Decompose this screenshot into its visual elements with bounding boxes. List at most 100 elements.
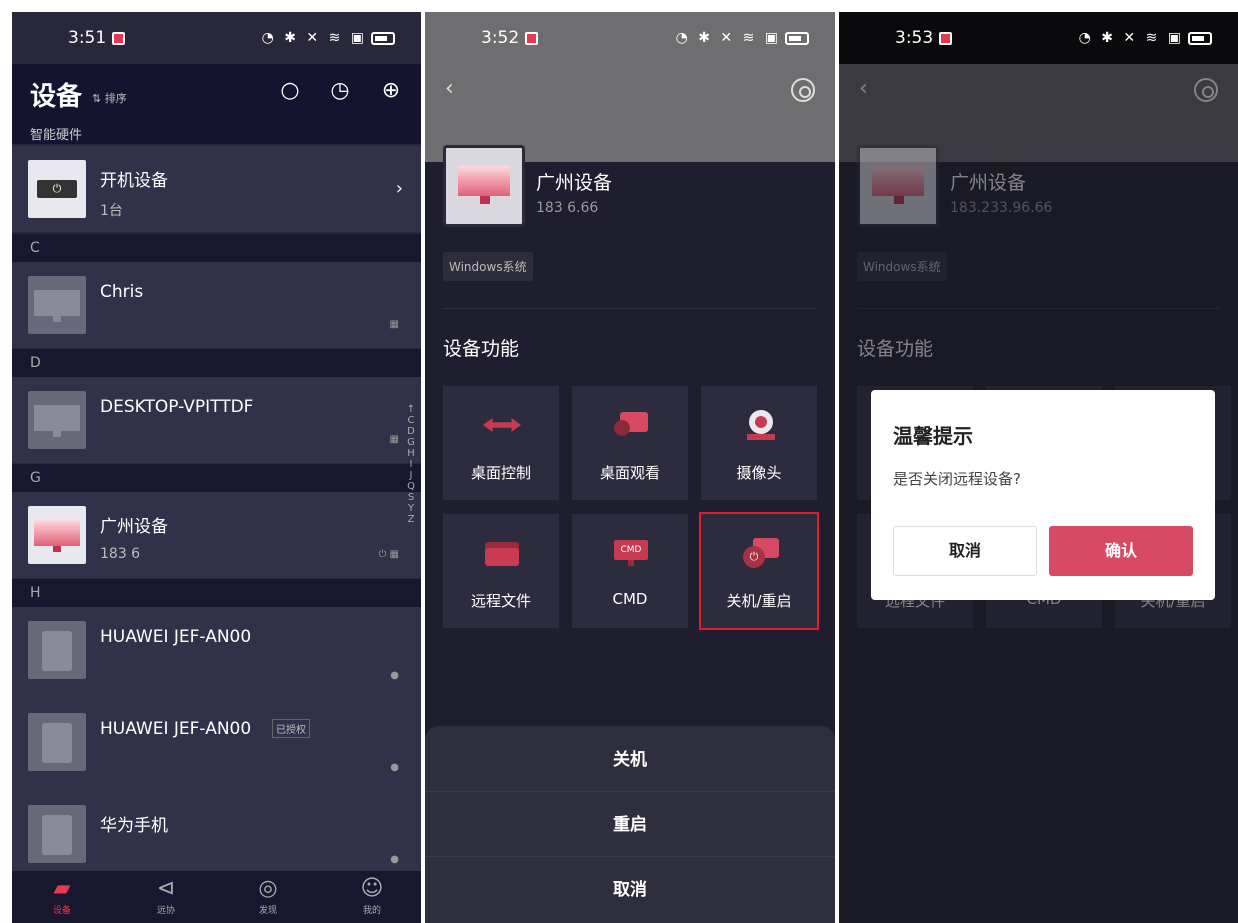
record-icon	[112, 31, 126, 45]
windows-icon: ▦	[389, 319, 399, 330]
pc-thumb	[28, 506, 86, 564]
pc-thumb	[28, 276, 86, 334]
back-icon: ‹	[859, 76, 868, 101]
battery-icon	[371, 31, 395, 45]
camera-button[interactable]: 摄像头	[701, 386, 817, 500]
status-icons: ◔ ✱ ✕ ≋ ▣	[1079, 30, 1212, 46]
device-ip: 183 6.66	[536, 200, 599, 216]
function-label: CMD	[612, 590, 648, 608]
boot-device-row[interactable]: ⏻ 开机设备 1台 ›	[12, 146, 421, 232]
boot-device-thumb: ⏻	[28, 160, 86, 218]
phone-thumb	[28, 713, 86, 771]
tab-devices[interactable]: ▰ 设备	[32, 875, 92, 916]
search-icon[interactable]: ○	[277, 78, 303, 104]
sort-button[interactable]: ⇅ 排序	[92, 90, 127, 106]
android-icon: ●	[390, 670, 399, 681]
tab-remote[interactable]: ⊲ 远协	[136, 875, 196, 916]
device-name: Chris	[100, 282, 144, 302]
arrows-icon	[483, 410, 521, 440]
bottom-tab-bar: ▰ 设备 ⊲ 远协 ◎ 发现 ☺ 我的	[12, 871, 421, 923]
device-row[interactable]: HUAWEI JEF-AN00 已授权 ●	[12, 699, 421, 791]
shutdown-option[interactable]: 关机	[425, 728, 835, 792]
authorized-badge: 已授权	[272, 719, 310, 738]
alpha-item[interactable]: Z	[405, 514, 417, 525]
back-icon[interactable]: ‹	[445, 76, 454, 101]
settings-icon[interactable]	[791, 78, 815, 102]
tab-profile[interactable]: ☺ 我的	[342, 875, 402, 916]
power-windows-icon: ⏻ ▦	[378, 549, 399, 560]
device-name: 广州设备	[536, 172, 613, 194]
os-tag: Windows系统	[443, 252, 533, 281]
devices-icon: ▰	[53, 876, 71, 901]
dialog-message: 是否关闭远程设备?	[893, 470, 1021, 488]
alpha-item[interactable]: D	[405, 426, 417, 437]
status-bar: 3:53 ◔ ✱ ✕ ≋ ▣	[839, 12, 1238, 64]
device-name: DESKTOP-VPITTDF	[100, 397, 254, 417]
device-thumb	[857, 145, 939, 227]
desktop-control-button[interactable]: 桌面控制	[443, 386, 559, 500]
phone-thumb	[28, 805, 86, 863]
device-name: 华为手机	[100, 816, 168, 836]
compass-icon: ◎	[258, 876, 278, 901]
profile-icon: ☺	[360, 876, 384, 901]
alpha-item[interactable]: H	[405, 448, 417, 459]
android-icon: ●	[390, 762, 399, 773]
device-row[interactable]: 广州设备 183 6 ⏻ ▦	[12, 492, 421, 578]
section-label: 智能硬件	[30, 128, 83, 143]
section-title: 设备功能	[443, 338, 520, 360]
device-name: 广州设备	[950, 172, 1027, 194]
alpha-item[interactable]: G	[405, 437, 417, 448]
page-title: 设备	[30, 82, 83, 112]
alpha-item[interactable]: Y	[405, 503, 417, 514]
folder-icon	[483, 538, 521, 568]
tab-label: 设备	[52, 906, 71, 916]
tab-discover[interactable]: ◎ 发现	[238, 875, 298, 916]
history-icon[interactable]: ◷	[327, 78, 353, 104]
confirm-dialog-screen: 3:53 ◔ ✱ ✕ ≋ ▣ ‹ 广州设备 183.233.96.66 Wind…	[839, 12, 1238, 923]
status-time: 3:51	[68, 28, 107, 48]
status-time: 3:53	[895, 28, 934, 48]
power-icon: ⏻	[37, 180, 77, 198]
alpha-item[interactable]: S	[405, 492, 417, 503]
battery-icon	[1188, 31, 1212, 45]
shutdown-restart-button[interactable]: ⏻ 关机/重启	[699, 512, 819, 630]
tab-label: 我的	[362, 906, 381, 916]
desktop-view-button[interactable]: 桌面观看	[572, 386, 688, 500]
device-row[interactable]: HUAWEI JEF-AN00 ●	[12, 607, 421, 699]
device-row[interactable]: 华为手机 ●	[12, 791, 421, 883]
alpha-item[interactable]: ↑	[405, 404, 417, 415]
group-header-h: H	[12, 579, 421, 607]
function-label: 桌面控制	[470, 464, 531, 482]
confirm-button[interactable]: 确认	[1049, 526, 1193, 576]
device-row[interactable]: Chris ▦	[12, 262, 421, 348]
device-row[interactable]: DESKTOP-VPITTDF ▦	[12, 377, 421, 463]
alpha-item[interactable]: Q	[405, 481, 417, 492]
power-icon: ⏻	[741, 538, 779, 568]
alpha-item[interactable]: J	[405, 470, 417, 481]
group-header-d: D	[12, 349, 421, 377]
device-name: HUAWEI JEF-AN00	[100, 719, 252, 739]
restart-option[interactable]: 重启	[425, 793, 835, 857]
cancel-option[interactable]: 取消	[425, 858, 835, 922]
device-thumb	[443, 145, 525, 227]
add-icon[interactable]: ⊕	[378, 78, 404, 104]
send-icon: ⊲	[156, 876, 176, 901]
device-name: HUAWEI JEF-AN00	[100, 627, 252, 647]
cancel-button[interactable]: 取消	[893, 526, 1037, 576]
alpha-item[interactable]: C	[405, 415, 417, 426]
alphabet-index[interactable]: ↑ C D G H I J Q S Y Z	[405, 404, 417, 525]
header: 设备 ⇅ 排序 ○ ◷ ⊕ 智能硬件	[12, 64, 421, 144]
cmd-button[interactable]: CMD CMD	[572, 514, 688, 628]
tab-label: 远协	[156, 906, 175, 916]
confirm-dialog: 温馨提示 是否关闭远程设备? 取消 确认	[871, 390, 1215, 600]
status-bar: 3:51 ◔ ✱ ✕ ≋ ▣	[12, 12, 421, 64]
function-label: 摄像头	[736, 464, 782, 482]
remote-files-button[interactable]: 远程文件	[443, 514, 559, 628]
alpha-item[interactable]: I	[405, 459, 417, 470]
device-list-h: HUAWEI JEF-AN00 ● HUAWEI JEF-AN00 已授权 ● …	[12, 607, 421, 885]
section-title: 设备功能	[857, 338, 934, 360]
device-ip: 183.233.96.66	[950, 200, 1053, 216]
group-header-g: G	[12, 464, 421, 492]
function-label: 桌面观看	[599, 464, 660, 482]
view-icon	[612, 410, 650, 440]
